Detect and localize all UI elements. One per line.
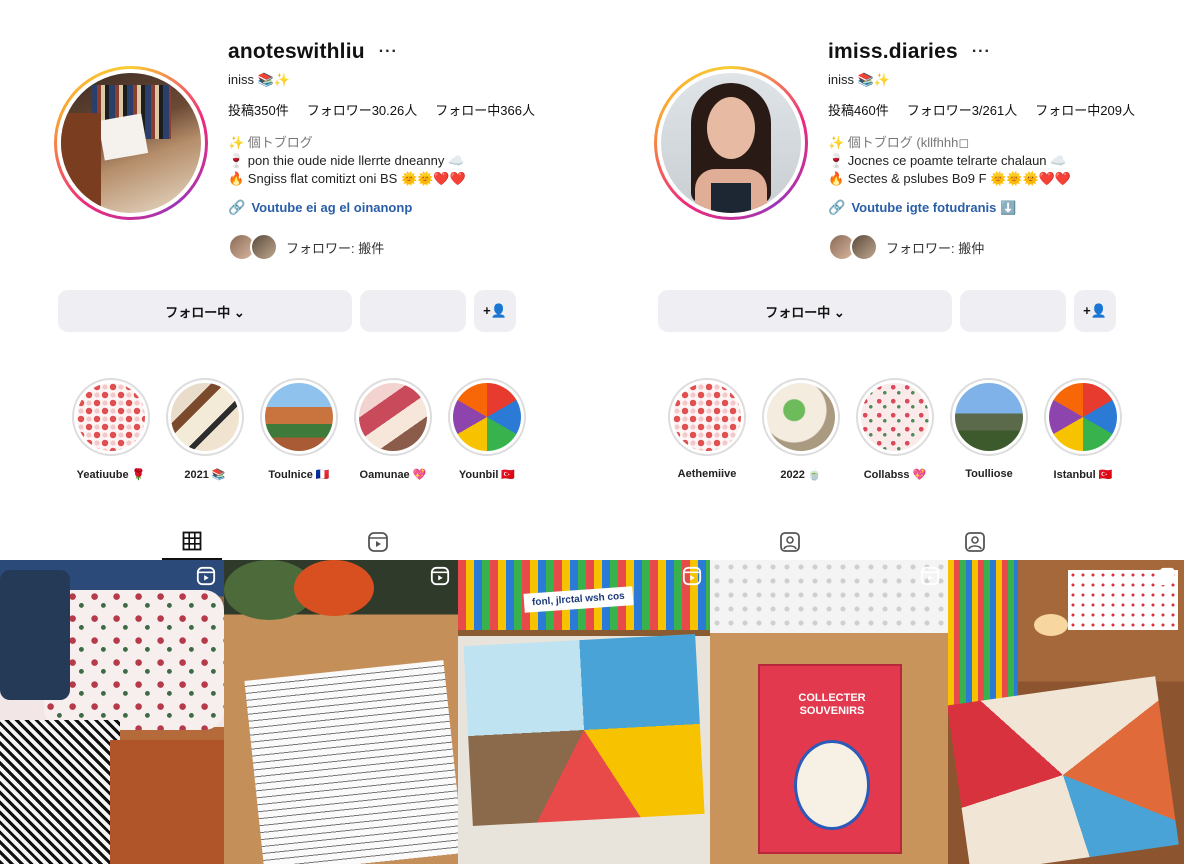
profile-tabs (0, 520, 592, 560)
followers-count[interactable]: フォロワー3/261人 (907, 100, 1018, 119)
highlight-label: 2022 🍵 (780, 469, 822, 481)
tab-tagged[interactable] (760, 524, 820, 560)
tagged-icon (965, 532, 985, 552)
profile-avatar[interactable] (54, 66, 208, 220)
followers-line: フォロワー: 搬仲 (886, 240, 985, 256)
profile-link[interactable]: 🔗 Voutube igte fotudranis ⬇️ (828, 199, 1016, 216)
profile-stats: 投稿460件 フォロワー3/261人 フォロー中209人 (828, 100, 1135, 119)
highlight-item[interactable]: Younbil 🇹🇷 (448, 378, 526, 481)
follower-avatar (250, 233, 278, 261)
highlight-label: Younbil 🇹🇷 (458, 469, 516, 481)
profile-left: anoteswithliu ··· iniss 📚✨ 投稿350件 フォロワー3… (0, 0, 592, 560)
highlight-item[interactable]: Aethemiive (668, 378, 746, 481)
story-highlights: Yeatiuube 🌹 2021 📚 Toulnice 🇫🇷 Oamunae 💖… (72, 378, 526, 481)
post-craft-desk[interactable] (948, 560, 1184, 864)
username: imiss.diaries (828, 40, 958, 63)
bio-line: 🔥 Sectes & pslubes Bo9 F 🌞🌞🌞❤️❤️ (828, 171, 1072, 186)
followers-line: フォロワー: 搬件 (286, 240, 385, 256)
highlight-item[interactable]: 2022 🍵 (762, 378, 840, 481)
post-floral-pouch[interactable] (0, 560, 224, 864)
profile-subname: iniss 📚✨ (828, 72, 890, 87)
profile-stats: 投稿350件 フォロワー30.26人 フォロー中366人 (228, 100, 535, 119)
add-user-button[interactable]: +👤 (1074, 290, 1116, 332)
follower-avatar (850, 233, 878, 261)
following-count[interactable]: フォロー中209人 (1035, 100, 1135, 119)
link-text: Voutube igte fotudranis ⬇️ (851, 199, 1017, 215)
highlight-item[interactable]: Toulliose (950, 378, 1028, 481)
posts-count: 投稿460件 (828, 103, 889, 118)
post-grid: fonl, jlrctal wsh cos COLLECTER SOUVENIR… (0, 560, 1184, 864)
bio-category: ✨ 個トブログ (kllfhhh◻ (828, 135, 970, 150)
highlight-label: Toulliose (965, 468, 1013, 480)
username: anoteswithliu (228, 40, 365, 63)
mutual-followers[interactable]: フォロワー: 搬件 (228, 233, 384, 261)
followers-count[interactable]: フォロワー30.26人 (307, 100, 418, 119)
reels-icon (920, 566, 940, 586)
reels-icon (430, 566, 450, 586)
highlight-label: Yeatiuube 🌹 (76, 469, 146, 481)
profile-subname: iniss 📚✨ (228, 72, 290, 87)
bio-line: 🍷 Jocnes ce poamte telrarte chalaun ☁️ (828, 153, 1067, 168)
highlight-item[interactable]: Istanbul 🇹🇷 (1044, 378, 1122, 481)
highlight-label: Toulnice 🇫🇷 (268, 469, 330, 481)
post-red-book[interactable]: COLLECTER SOUVENIRS (710, 560, 948, 864)
book-title: COLLECTER SOUVENIRS (798, 692, 866, 717)
profile-link[interactable]: 🔗 Voutube ei ag el oinanonp (228, 199, 412, 216)
message-button[interactable] (960, 290, 1066, 332)
highlight-item[interactable]: 2021 📚 (166, 378, 244, 481)
highlight-label: Oamunae 💖 (359, 469, 427, 481)
highlight-item[interactable]: Toulnice 🇫🇷 (260, 378, 338, 481)
more-options-icon[interactable]: ··· (972, 43, 991, 61)
following-button[interactable]: フォロー中 ⌄ (658, 290, 952, 332)
profile-avatar[interactable] (654, 66, 808, 220)
profile-right: imiss.diaries ··· iniss 📚✨ 投稿460件 フォロワー3… (600, 0, 1184, 560)
tab-tagged-2[interactable] (945, 524, 1005, 560)
highlight-label: Istanbul 🇹🇷 (1053, 469, 1113, 481)
page-root: anoteswithliu ··· iniss 📚✨ 投稿350件 フォロワー3… (0, 0, 1184, 864)
grid-icon (182, 531, 202, 551)
highlight-item[interactable]: Oamunae 💖 (354, 378, 432, 481)
bio-line: 🍷 pon thie oude nide llerrte dneanny ☁️ (228, 153, 465, 168)
tab-reels[interactable] (348, 524, 408, 560)
link-icon: 🔗 (828, 199, 846, 215)
highlight-label: Collabss 💖 (863, 469, 927, 481)
following-count[interactable]: フォロー中366人 (435, 100, 535, 119)
more-options-icon[interactable]: ··· (379, 43, 398, 61)
profile-bio: ✨ 個トブログ 🍷 pon thie oude nide llerrte dne… (228, 134, 466, 188)
profile-tabs (600, 520, 1184, 560)
posts-count: 投稿350件 (228, 103, 289, 118)
bio-category: ✨ 個トブログ (228, 135, 313, 150)
link-text: Voutube ei ag el oinanonp (251, 200, 413, 215)
tagged-icon (780, 532, 800, 552)
link-icon: 🔗 (228, 199, 246, 215)
message-button[interactable] (360, 290, 466, 332)
reels-icon (368, 532, 388, 552)
mutual-followers[interactable]: フォロワー: 搬仲 (828, 233, 984, 261)
following-button[interactable]: フォロー中 ⌄ (58, 290, 352, 332)
post-journal-spread[interactable]: fonl, jlrctal wsh cos (458, 560, 710, 864)
reels-icon (682, 566, 702, 586)
highlight-item[interactable]: Yeatiuube 🌹 (72, 378, 150, 481)
post-sketchbook[interactable] (224, 560, 458, 864)
highlight-label: 2021 📚 (184, 469, 226, 481)
highlight-item[interactable]: Collabss 💖 (856, 378, 934, 481)
highlight-label: Aethemiive (677, 468, 737, 480)
reels-icon (196, 566, 216, 586)
add-user-button[interactable]: +👤 (474, 290, 516, 332)
story-highlights: Aethemiive 2022 🍵 Collabss 💖 Toulliose I… (668, 378, 1122, 481)
bio-line: 🔥 Sngiss flat comitizt oni BS 🌞🌞❤️❤️ (228, 171, 466, 186)
multi-post-icon (1156, 567, 1175, 586)
profile-bio: ✨ 個トブログ (kllfhhh◻ 🍷 Jocnes ce poamte tel… (828, 134, 1071, 188)
tab-posts[interactable] (162, 524, 222, 560)
